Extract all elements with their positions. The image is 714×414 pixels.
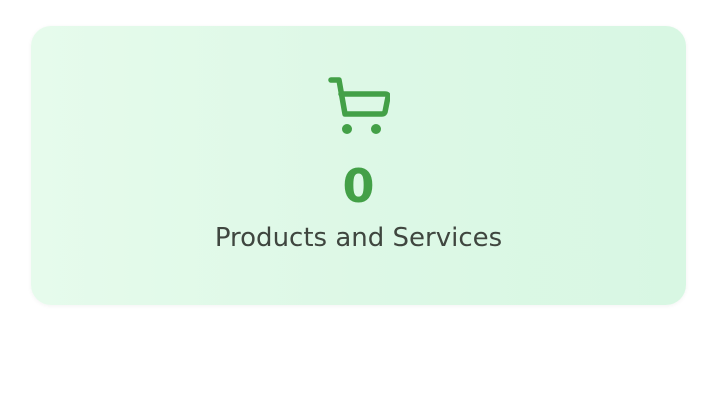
products-services-card[interactable]: 0 Products and Services <box>31 26 686 305</box>
products-label: Products and Services <box>214 223 503 253</box>
shopping-cart-icon <box>328 76 390 136</box>
products-count: 0 <box>342 159 375 213</box>
